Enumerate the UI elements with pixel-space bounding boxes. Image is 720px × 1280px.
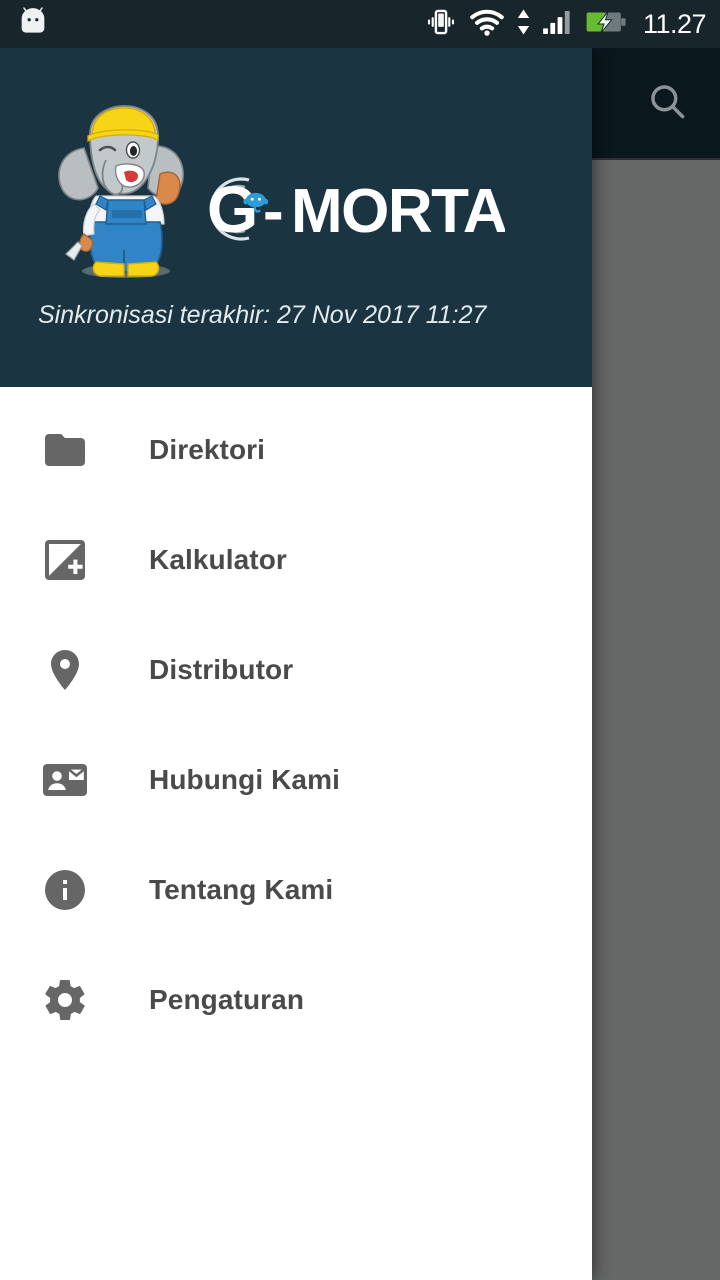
brand-logo: G - MORTAR — [205, 170, 552, 248]
search-icon — [646, 80, 690, 129]
menu-item-label: Distributor — [149, 654, 294, 685]
battery-charging-icon — [585, 5, 627, 44]
info-circle-icon — [38, 863, 92, 917]
menu-item-label: Direktori — [149, 434, 266, 465]
data-transfer-arrows-icon — [516, 5, 531, 44]
status-bar: 11.27 — [0, 0, 720, 48]
location-pin-icon — [38, 643, 92, 697]
cellular-signal-icon — [541, 5, 575, 44]
exposure-calculator-icon — [38, 533, 92, 587]
menu-item-pengaturan[interactable]: Pengaturan — [0, 945, 592, 1055]
drawer-menu-list: Direktori Kalkulator Distributor Hubungi… — [0, 387, 592, 1055]
brand-separator: - — [263, 177, 283, 246]
brand-letter-g: G — [207, 172, 258, 246]
menu-item-kalkulator[interactable]: Kalkulator — [0, 505, 592, 615]
android-head-icon — [16, 5, 50, 44]
brand-name-text: MORTAR — [291, 177, 505, 246]
menu-item-distributor[interactable]: Distributor — [0, 615, 592, 725]
folder-icon — [38, 423, 92, 477]
wifi-icon — [468, 5, 506, 44]
status-bar-notifications — [0, 5, 50, 44]
menu-item-label: Pengaturan — [149, 984, 305, 1015]
menu-item-label: Tentang Kami — [149, 874, 334, 905]
menu-item-tentang-kami[interactable]: Tentang Kami — [0, 835, 592, 945]
status-bar-system-icons: 11.27 — [424, 5, 720, 44]
contact-mail-icon — [38, 753, 92, 807]
gear-icon — [38, 973, 92, 1027]
menu-item-label: Hubungi Kami — [149, 764, 340, 795]
menu-item-direktori[interactable]: Direktori — [0, 395, 592, 505]
drawer-header: G - MORTAR Sinkronisasi terakhir: 2 — [0, 48, 592, 387]
status-bar-clock: 11.27 — [642, 8, 707, 39]
menu-item-hubungi-kami[interactable]: Hubungi Kami — [0, 725, 592, 835]
elephant-mascot-icon — [48, 100, 200, 282]
app-screen: G - MORTAR Sinkronisasi terakhir: 2 — [0, 0, 720, 1280]
search-button[interactable] — [632, 68, 704, 140]
navigation-drawer: G - MORTAR Sinkronisasi terakhir: 2 — [0, 48, 592, 1280]
vibrate-icon — [424, 5, 458, 44]
last-sync-label: Sinkronisasi terakhir: 27 Nov 2017 11:27 — [38, 301, 487, 329]
menu-item-label: Kalkulator — [149, 544, 287, 575]
